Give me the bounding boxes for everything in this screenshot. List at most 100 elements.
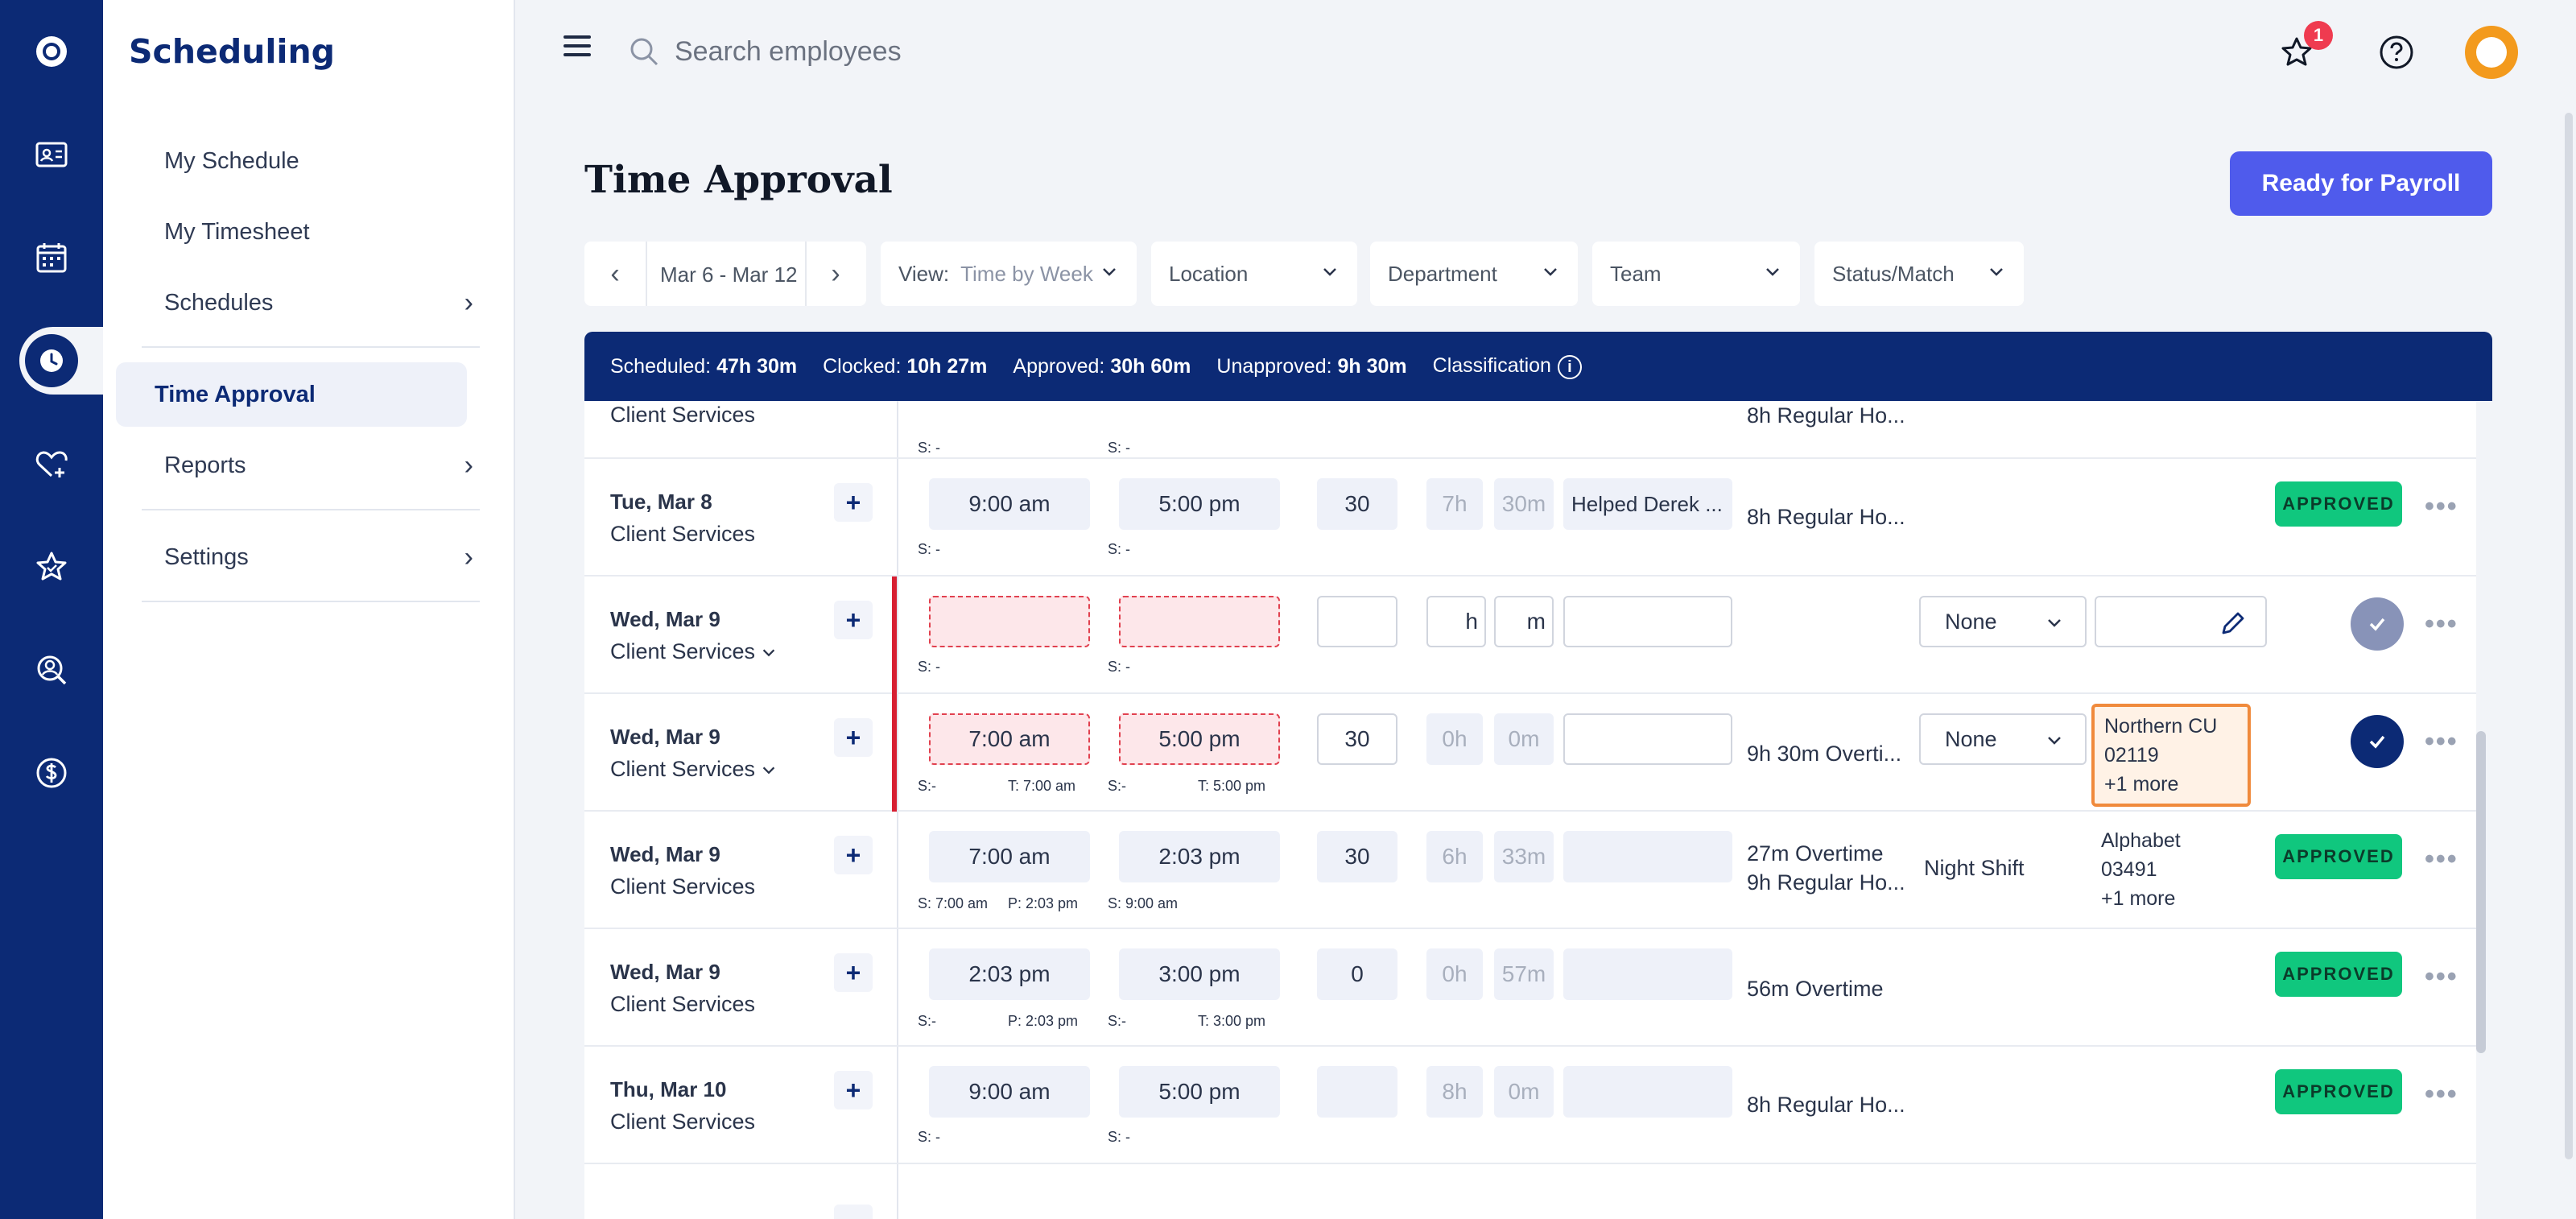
minutes-input[interactable]: 57m [1494, 948, 1554, 1000]
ready-for-payroll-button[interactable]: Ready for Payroll [2230, 151, 2492, 216]
note-input[interactable] [1563, 713, 1732, 765]
dollar-icon[interactable] [0, 739, 103, 807]
sidebar-item-schedules[interactable]: Schedules › [142, 271, 480, 335]
status-match-select[interactable]: Status/Match [1814, 242, 2024, 306]
minutes-input[interactable]: 33m [1494, 831, 1554, 882]
more-options-icon[interactable]: ••• [2425, 491, 2458, 523]
next-week-button[interactable]: › [805, 242, 866, 306]
more-options-icon[interactable]: ••• [2425, 609, 2458, 640]
search-input[interactable] [673, 29, 1236, 74]
help-icon[interactable] [2375, 31, 2418, 74]
sidebar-item-my-timesheet[interactable]: My Timesheet [142, 200, 480, 264]
shift-select[interactable]: None [1919, 713, 2087, 765]
contact-card-icon[interactable] [0, 121, 103, 188]
minutes-input[interactable]: 30m [1494, 478, 1554, 530]
more-options-icon[interactable]: ••• [2425, 961, 2458, 993]
note-input[interactable] [1563, 1066, 1732, 1118]
clock-in-input[interactable]: 7:00 am [929, 713, 1090, 765]
classification-info[interactable]: Classification i [1433, 354, 1582, 379]
break-input[interactable]: 30 [1317, 713, 1397, 765]
break-input[interactable]: 30 [1317, 831, 1397, 882]
add-entry-button[interactable] [834, 1205, 873, 1219]
add-entry-button[interactable]: + [834, 718, 873, 757]
hours-input[interactable]: 8h [1426, 1066, 1483, 1118]
add-entry-button[interactable]: + [834, 601, 873, 639]
hours-input[interactable]: 7h [1426, 478, 1483, 530]
more-options-icon[interactable]: ••• [2425, 1079, 2458, 1110]
sidebar-item-my-schedule[interactable]: My Schedule [142, 129, 480, 193]
sidebar-item-settings[interactable]: Settings › [142, 525, 480, 589]
chevron-down-icon [2048, 737, 2061, 745]
person-search-icon[interactable] [0, 636, 103, 704]
page-scrollbar[interactable] [2565, 113, 2573, 1159]
clock-out-input[interactable]: 5:00 pm [1119, 1066, 1280, 1118]
minutes-input[interactable]: 0m [1494, 1066, 1554, 1118]
location-select[interactable]: Location [1151, 242, 1357, 306]
star-icon[interactable] [0, 533, 103, 601]
note-input[interactable] [1563, 948, 1732, 1000]
row-department: Client Services [610, 522, 756, 546]
hours-input[interactable]: 0h [1426, 713, 1483, 765]
break-input[interactable]: 30 [1317, 478, 1397, 530]
shift-select[interactable]: None [1919, 596, 2087, 647]
clock-out-input[interactable]: 2:03 pm [1119, 831, 1280, 882]
location-code-cell[interactable]: Northern CU 02119 +1 more [2091, 704, 2251, 807]
more-options-icon[interactable]: ••• [2425, 844, 2458, 875]
date-range[interactable]: Mar 6 - Mar 12 [660, 262, 798, 287]
clock-in-input[interactable] [929, 596, 1090, 647]
minutes-input[interactable]: m [1494, 596, 1554, 647]
prev-week-button[interactable]: ‹ [584, 242, 646, 306]
department-select[interactable]: Department [1370, 242, 1578, 306]
avatar[interactable] [2465, 26, 2518, 79]
table-row: Wed, Mar 9 Client Services + h m S: - S:… [584, 576, 2476, 694]
more-options-icon[interactable]: ••• [2425, 726, 2458, 758]
logo-icon[interactable] [0, 18, 103, 85]
sidebar-item-time-approval[interactable]: Time Approval [116, 362, 467, 427]
clock-in-input[interactable]: 7:00 am [929, 831, 1090, 882]
note-input[interactable] [1563, 831, 1732, 882]
team-select[interactable]: Team [1592, 242, 1800, 306]
add-entry-button[interactable]: + [834, 953, 873, 992]
row-department-dropdown[interactable]: Client Services [610, 757, 778, 782]
add-entry-button[interactable]: + [834, 483, 873, 522]
add-entry-button[interactable]: + [834, 836, 873, 874]
page-title: Time Approval [584, 158, 893, 202]
chevron-down-icon [1766, 268, 1779, 276]
approve-check-button[interactable] [2351, 715, 2404, 768]
scheduled-in: S: 7:00 am [918, 895, 989, 911]
clock-in-input[interactable]: 9:00 am [929, 478, 1090, 530]
search-icon [630, 38, 658, 66]
break-input[interactable] [1317, 596, 1397, 647]
break-input[interactable] [1317, 1066, 1397, 1118]
clock-nav-item[interactable] [19, 327, 103, 395]
table-scrollbar[interactable] [2476, 401, 2486, 1126]
row-department-dropdown[interactable]: Client Services [610, 639, 778, 664]
hours-input[interactable]: 0h [1426, 948, 1483, 1000]
approve-check-button[interactable] [2351, 597, 2404, 651]
note-input[interactable] [1563, 596, 1732, 647]
note-input[interactable]: Helped Derek ... [1563, 478, 1732, 530]
location-code-cell[interactable]: Alphabet 03491 +1 more [2091, 821, 2251, 918]
chevron-down-icon [2048, 619, 2061, 627]
hours-input[interactable]: h [1426, 596, 1486, 647]
sidebar-item-reports[interactable]: Reports › [142, 433, 480, 498]
clock-in-input[interactable]: 9:00 am [929, 1066, 1090, 1118]
clock-in-input[interactable]: 2:03 pm [929, 948, 1090, 1000]
sidebar-divider [142, 346, 480, 348]
view-select[interactable]: View: Time by Week [881, 242, 1137, 306]
location-code-input[interactable] [2095, 596, 2267, 647]
clock-out-input[interactable]: 5:00 pm [1119, 478, 1280, 530]
clock-out-input[interactable]: 3:00 pm [1119, 948, 1280, 1000]
minutes-input[interactable]: 0m [1494, 713, 1554, 765]
hours-input[interactable]: 6h [1426, 831, 1483, 882]
clock-out-input[interactable] [1119, 596, 1280, 647]
add-entry-button[interactable]: + [834, 1071, 873, 1109]
location-more: +1 more [2101, 887, 2176, 910]
hamburger-menu-icon[interactable] [564, 35, 591, 62]
view-label: View: [898, 261, 950, 286]
calendar-icon[interactable] [0, 224, 103, 291]
clock-out-input[interactable]: 5:00 pm [1119, 713, 1280, 765]
break-input[interactable]: 0 [1317, 948, 1397, 1000]
hours-summary: 8h Regular Ho... [1747, 403, 1905, 428]
heart-plus-icon[interactable] [0, 430, 103, 498]
